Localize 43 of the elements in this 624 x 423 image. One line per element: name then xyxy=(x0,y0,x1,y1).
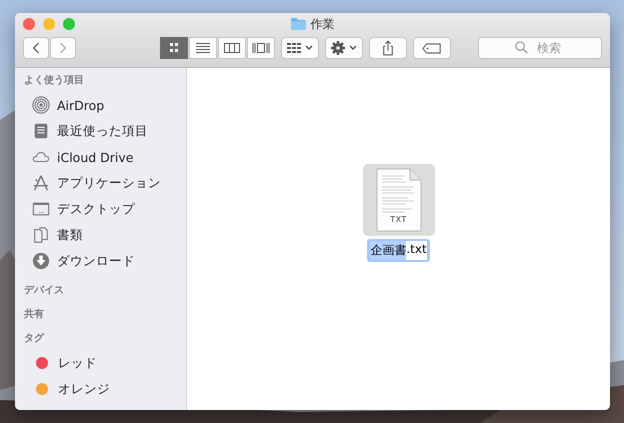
window-title: 作業 xyxy=(310,16,334,32)
text-file-icon xyxy=(376,168,422,232)
view-mode-button[interactable] xyxy=(160,37,188,59)
arrange-button[interactable] xyxy=(281,37,319,59)
folder-icon xyxy=(290,18,306,30)
cover-flow-icon xyxy=(251,41,271,55)
documents-icon xyxy=(32,226,50,244)
sidebar-section-title: よく使う項目 xyxy=(23,74,85,88)
desktop-icon xyxy=(32,200,50,218)
view-mode-button[interactable] xyxy=(218,37,246,59)
recents-icon xyxy=(32,122,50,140)
sidebar-item[interactable]: ダウンロード xyxy=(57,252,135,270)
filename-field[interactable]: 企画書.txt xyxy=(367,239,430,262)
sidebar-section-title: 共有 xyxy=(23,308,45,322)
back-button[interactable] xyxy=(23,37,49,59)
gear-icon xyxy=(330,40,358,56)
sidebar-item[interactable]: iCloud Drive xyxy=(57,150,134,164)
share-button[interactable] xyxy=(369,37,407,59)
action-button[interactable] xyxy=(325,37,363,59)
sidebar-item[interactable]: 最近使った項目 xyxy=(57,122,148,140)
view-mode-button[interactable] xyxy=(247,37,275,59)
sidebar-item[interactable]: 書類 xyxy=(57,226,83,244)
sidebar-item[interactable]: AirDrop xyxy=(57,98,104,112)
tag-button[interactable] xyxy=(413,37,451,59)
download-icon xyxy=(32,252,50,270)
file-type-label: TXT xyxy=(390,215,407,224)
sidebar-item[interactable]: レッド xyxy=(58,354,97,372)
applications-icon xyxy=(32,174,50,192)
list-icon xyxy=(193,41,213,55)
sidebar-item[interactable]: オレンジ xyxy=(58,380,110,398)
sidebar-item[interactable]: アプリケーション xyxy=(57,174,161,192)
sidebar-section-title: デバイス xyxy=(23,284,65,298)
search-field[interactable]: 検索 xyxy=(478,37,602,59)
sidebar-section-title: タグ xyxy=(23,332,46,346)
share-icon xyxy=(382,40,394,56)
view-mode-button[interactable] xyxy=(189,37,217,59)
airdrop-icon xyxy=(32,96,50,114)
grid-dropdown-icon xyxy=(286,41,314,55)
chevron-right-icon xyxy=(59,42,67,54)
columns-icon xyxy=(222,41,242,55)
tag-icon xyxy=(422,42,442,54)
chevron-left-icon xyxy=(32,42,40,54)
sidebar-item[interactable]: デスクトップ xyxy=(57,200,135,218)
